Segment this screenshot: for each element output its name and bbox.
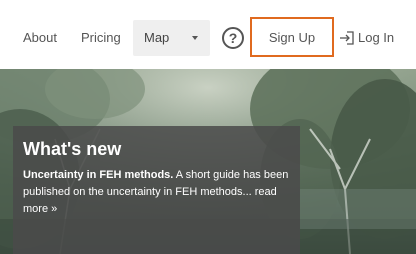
whats-new-card: What's new Uncertainty in FEH methods. A… [13,126,300,254]
log-in-label: Log In [358,30,395,45]
news-headline: Uncertainty in FEH methods. [23,169,174,181]
news-item: Uncertainty in FEH methods. A short guid… [23,167,295,218]
nav-link-pricing[interactable]: Pricing [81,30,121,46]
nav-link-about[interactable]: About [23,30,57,46]
sign-up-button[interactable]: Sign Up [250,17,334,57]
chevron-down-icon [192,36,198,40]
top-navigation: About Pricing Map ? Sign Up Log In [0,0,416,69]
map-dropdown-label: Map [144,30,170,45]
help-button[interactable]: ? [222,27,244,49]
hero-banner: What's new Uncertainty in FEH methods. A… [0,69,416,254]
help-icon: ? [228,30,238,46]
login-icon [340,31,354,45]
sign-up-label: Sign Up [268,30,316,45]
map-dropdown[interactable]: Map [133,20,210,56]
whats-new-heading: What's new [23,139,122,159]
